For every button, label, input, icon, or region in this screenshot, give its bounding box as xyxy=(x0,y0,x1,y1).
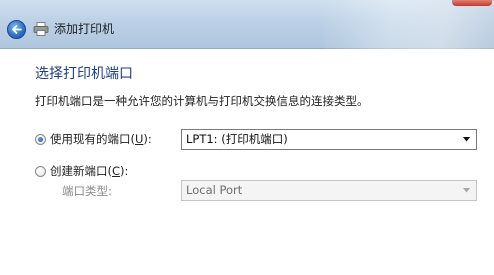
existing-port-select[interactable]: LPT1: (打印机端口) xyxy=(181,129,477,150)
back-button[interactable] xyxy=(7,20,26,39)
title-bar-glare xyxy=(324,0,494,49)
close-button[interactable] xyxy=(452,0,492,6)
port-type-select[interactable]: Local Port xyxy=(181,180,477,201)
chevron-down-icon xyxy=(463,188,470,193)
back-arrow-icon xyxy=(12,25,22,34)
wizard-content: 选择打印机端口 打印机端口是一种允许您的计算机与打印机交换信息的连接类型。 使用… xyxy=(0,50,494,275)
chevron-down-icon xyxy=(463,137,470,142)
use-existing-port-label[interactable]: 使用现有的端口(U): xyxy=(50,132,152,147)
printer-icon xyxy=(33,22,49,36)
port-type-label: 端口类型: xyxy=(62,184,112,198)
create-new-port-label[interactable]: 创建新端口(C): xyxy=(50,164,128,179)
page-title: 选择打印机端口 xyxy=(35,66,133,82)
port-type-value: Local Port xyxy=(186,183,243,197)
title-bar: 添加打印机 xyxy=(0,0,494,49)
create-new-port-radio[interactable] xyxy=(35,166,46,177)
use-existing-port-radio[interactable] xyxy=(35,134,46,145)
window-title: 添加打印机 xyxy=(54,22,115,36)
existing-port-value: LPT1: (打印机端口) xyxy=(186,132,288,146)
page-description: 打印机端口是一种允许您的计算机与打印机交换信息的连接类型。 xyxy=(35,94,369,108)
